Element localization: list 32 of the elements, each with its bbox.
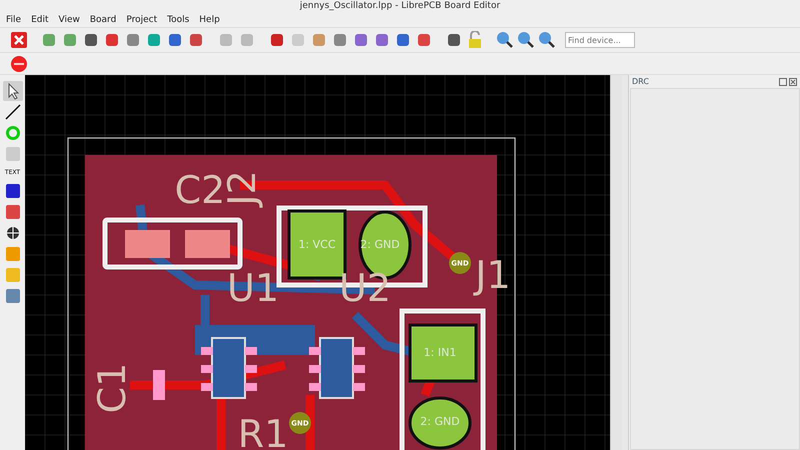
menu-item[interactable]: Board bbox=[90, 14, 116, 24]
designator-label: U1 bbox=[227, 266, 279, 310]
zoom-out-icon[interactable] bbox=[517, 31, 535, 49]
window-title: jennys_Oscillator.lpp - LibrePCB Board Editor bbox=[300, 0, 500, 12]
pad-label: 2: GND bbox=[420, 415, 460, 428]
designator-label: U2 bbox=[339, 266, 391, 310]
pointer-icon[interactable] bbox=[2, 81, 22, 101]
menu-item[interactable]: Edit bbox=[31, 14, 48, 24]
capacitor-footprint bbox=[153, 370, 165, 400]
menu-item[interactable]: Project bbox=[126, 14, 158, 24]
close-icon[interactable] bbox=[10, 31, 28, 49]
menu-item[interactable]: View bbox=[58, 14, 80, 24]
designator-label: R1 bbox=[238, 412, 288, 450]
panel-title: DRC bbox=[632, 77, 649, 86]
menu-item[interactable]: Help bbox=[199, 14, 220, 24]
chip-footprint bbox=[309, 337, 365, 399]
vertical-scrollbar[interactable] bbox=[610, 75, 622, 450]
via bbox=[289, 412, 311, 434]
find-device-field[interactable]: Find device... bbox=[565, 32, 635, 48]
designator-label: C1 bbox=[90, 362, 134, 414]
pad-label: 1: VCC bbox=[298, 238, 336, 251]
chip-footprint bbox=[201, 337, 257, 399]
line-icon[interactable] bbox=[2, 102, 22, 122]
float-icon[interactable] bbox=[779, 78, 787, 86]
pad-label: 1: IN1 bbox=[424, 346, 456, 359]
zoom-fit-icon[interactable] bbox=[538, 31, 556, 49]
menu-item[interactable]: Tools bbox=[167, 14, 190, 24]
via bbox=[449, 252, 471, 274]
close-icon[interactable] bbox=[789, 78, 797, 86]
stop-icon[interactable] bbox=[10, 54, 28, 72]
zoom-in-icon[interactable] bbox=[496, 31, 514, 49]
menu-item[interactable]: File bbox=[6, 14, 22, 24]
